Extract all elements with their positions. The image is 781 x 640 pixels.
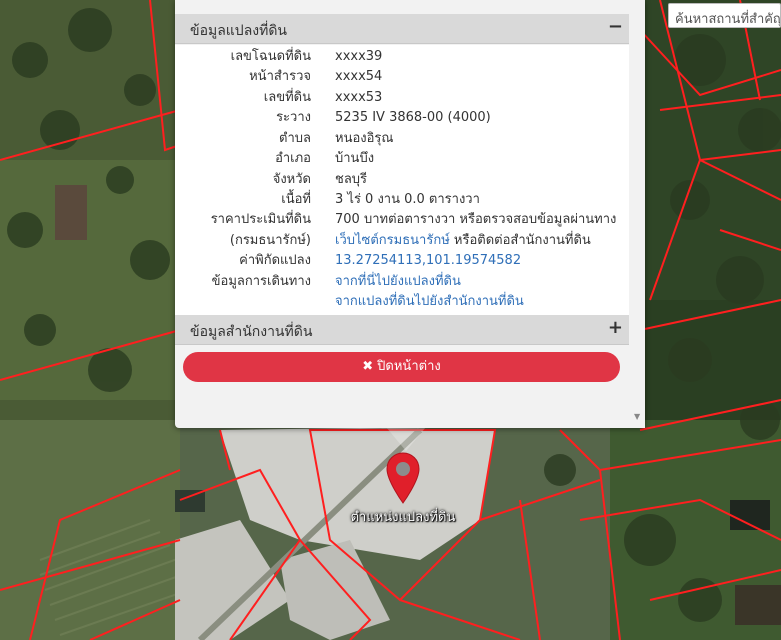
info-row-subdistrict: ตำบล หนองอิรุณ: [279, 131, 394, 146]
info-row-deed-number: เลขโฉนดที่ดิน xxxx39: [230, 49, 383, 64]
location-pin-icon[interactable]: [386, 452, 420, 504]
info-row-map-sheet: ระวาง 5235 IV 3868-00 (4000): [276, 110, 491, 125]
directions-to-office-link[interactable]: จากแปลงที่ดินไปยังสำนักงานที่ดิน: [335, 292, 524, 312]
info-row-survey-page: หน้าสำรวจ xxxx54: [249, 69, 383, 84]
coordinates-link[interactable]: 13.27254113,101.19574582: [335, 251, 521, 271]
info-row-district: อำเภอ บ้านบึง: [275, 151, 375, 166]
popup-pointer: [386, 427, 426, 451]
parcel-info-header[interactable]: ข้อมูลแปลงที่ดิน −: [175, 14, 629, 44]
parcel-info-body: เลขโฉนดที่ดิน xxxx39 หน้าสำรวจ xxxx54 เล…: [175, 45, 629, 315]
close-window-button[interactable]: ✖ ปิดหน้าต่าง: [183, 352, 620, 382]
parcel-info-title: ข้อมูลแปลงที่ดิน: [190, 23, 288, 39]
land-office-title: ข้อมูลสำนักงานที่ดิน: [190, 324, 313, 340]
info-row-appraisal-price: ราคาประเมินที่ดิน 700 บาทต่อตารางวา หรือ…: [210, 212, 617, 227]
info-row-travel-office: จากแปลงที่ดินไปยังสำนักงานที่ดิน: [175, 292, 629, 312]
info-row-treasury: (กรมธนารักษ์) เว็บไซต์กรมธนารักษ์ หรือติ…: [229, 233, 591, 248]
parcel-info-popup: ข้อมูลแปลงที่ดิน − เลขโฉนดที่ดิน xxxx39 …: [175, 0, 645, 428]
directions-to-parcel-link[interactable]: จากที่นี่ไปยังแปลงที่ดิน: [335, 272, 461, 292]
treasury-website-link[interactable]: เว็บไซต์กรมธนารักษ์: [335, 233, 450, 248]
marker-label: ตำแหน่งแปลงที่ดิน: [350, 510, 456, 525]
expand-icon[interactable]: +: [608, 317, 623, 338]
scroll-down-icon[interactable]: ▼: [634, 412, 640, 421]
land-office-header[interactable]: ข้อมูลสำนักงานที่ดิน +: [175, 315, 629, 345]
close-icon: ✖: [362, 359, 374, 374]
info-row-area: เนื้อที่ 3 ไร่ 0 งาน 0.0 ตารางวา: [281, 192, 480, 207]
info-row-coordinates: ค่าพิกัดแปลง 13.27254113,101.19574582: [175, 251, 629, 271]
info-row-travel: ข้อมูลการเดินทาง จากที่นี่ไปยังแปลงที่ดิ…: [175, 272, 629, 292]
search-input[interactable]: ค้นหาสถานที่สำคัญ: [668, 3, 781, 28]
info-row-province: จังหวัด ชลบุรี: [272, 172, 368, 187]
collapse-icon[interactable]: −: [608, 16, 623, 37]
info-row-land-number: เลขที่ดิน xxxx53: [263, 90, 383, 105]
popup-scrollbar[interactable]: ▼: [631, 14, 645, 428]
